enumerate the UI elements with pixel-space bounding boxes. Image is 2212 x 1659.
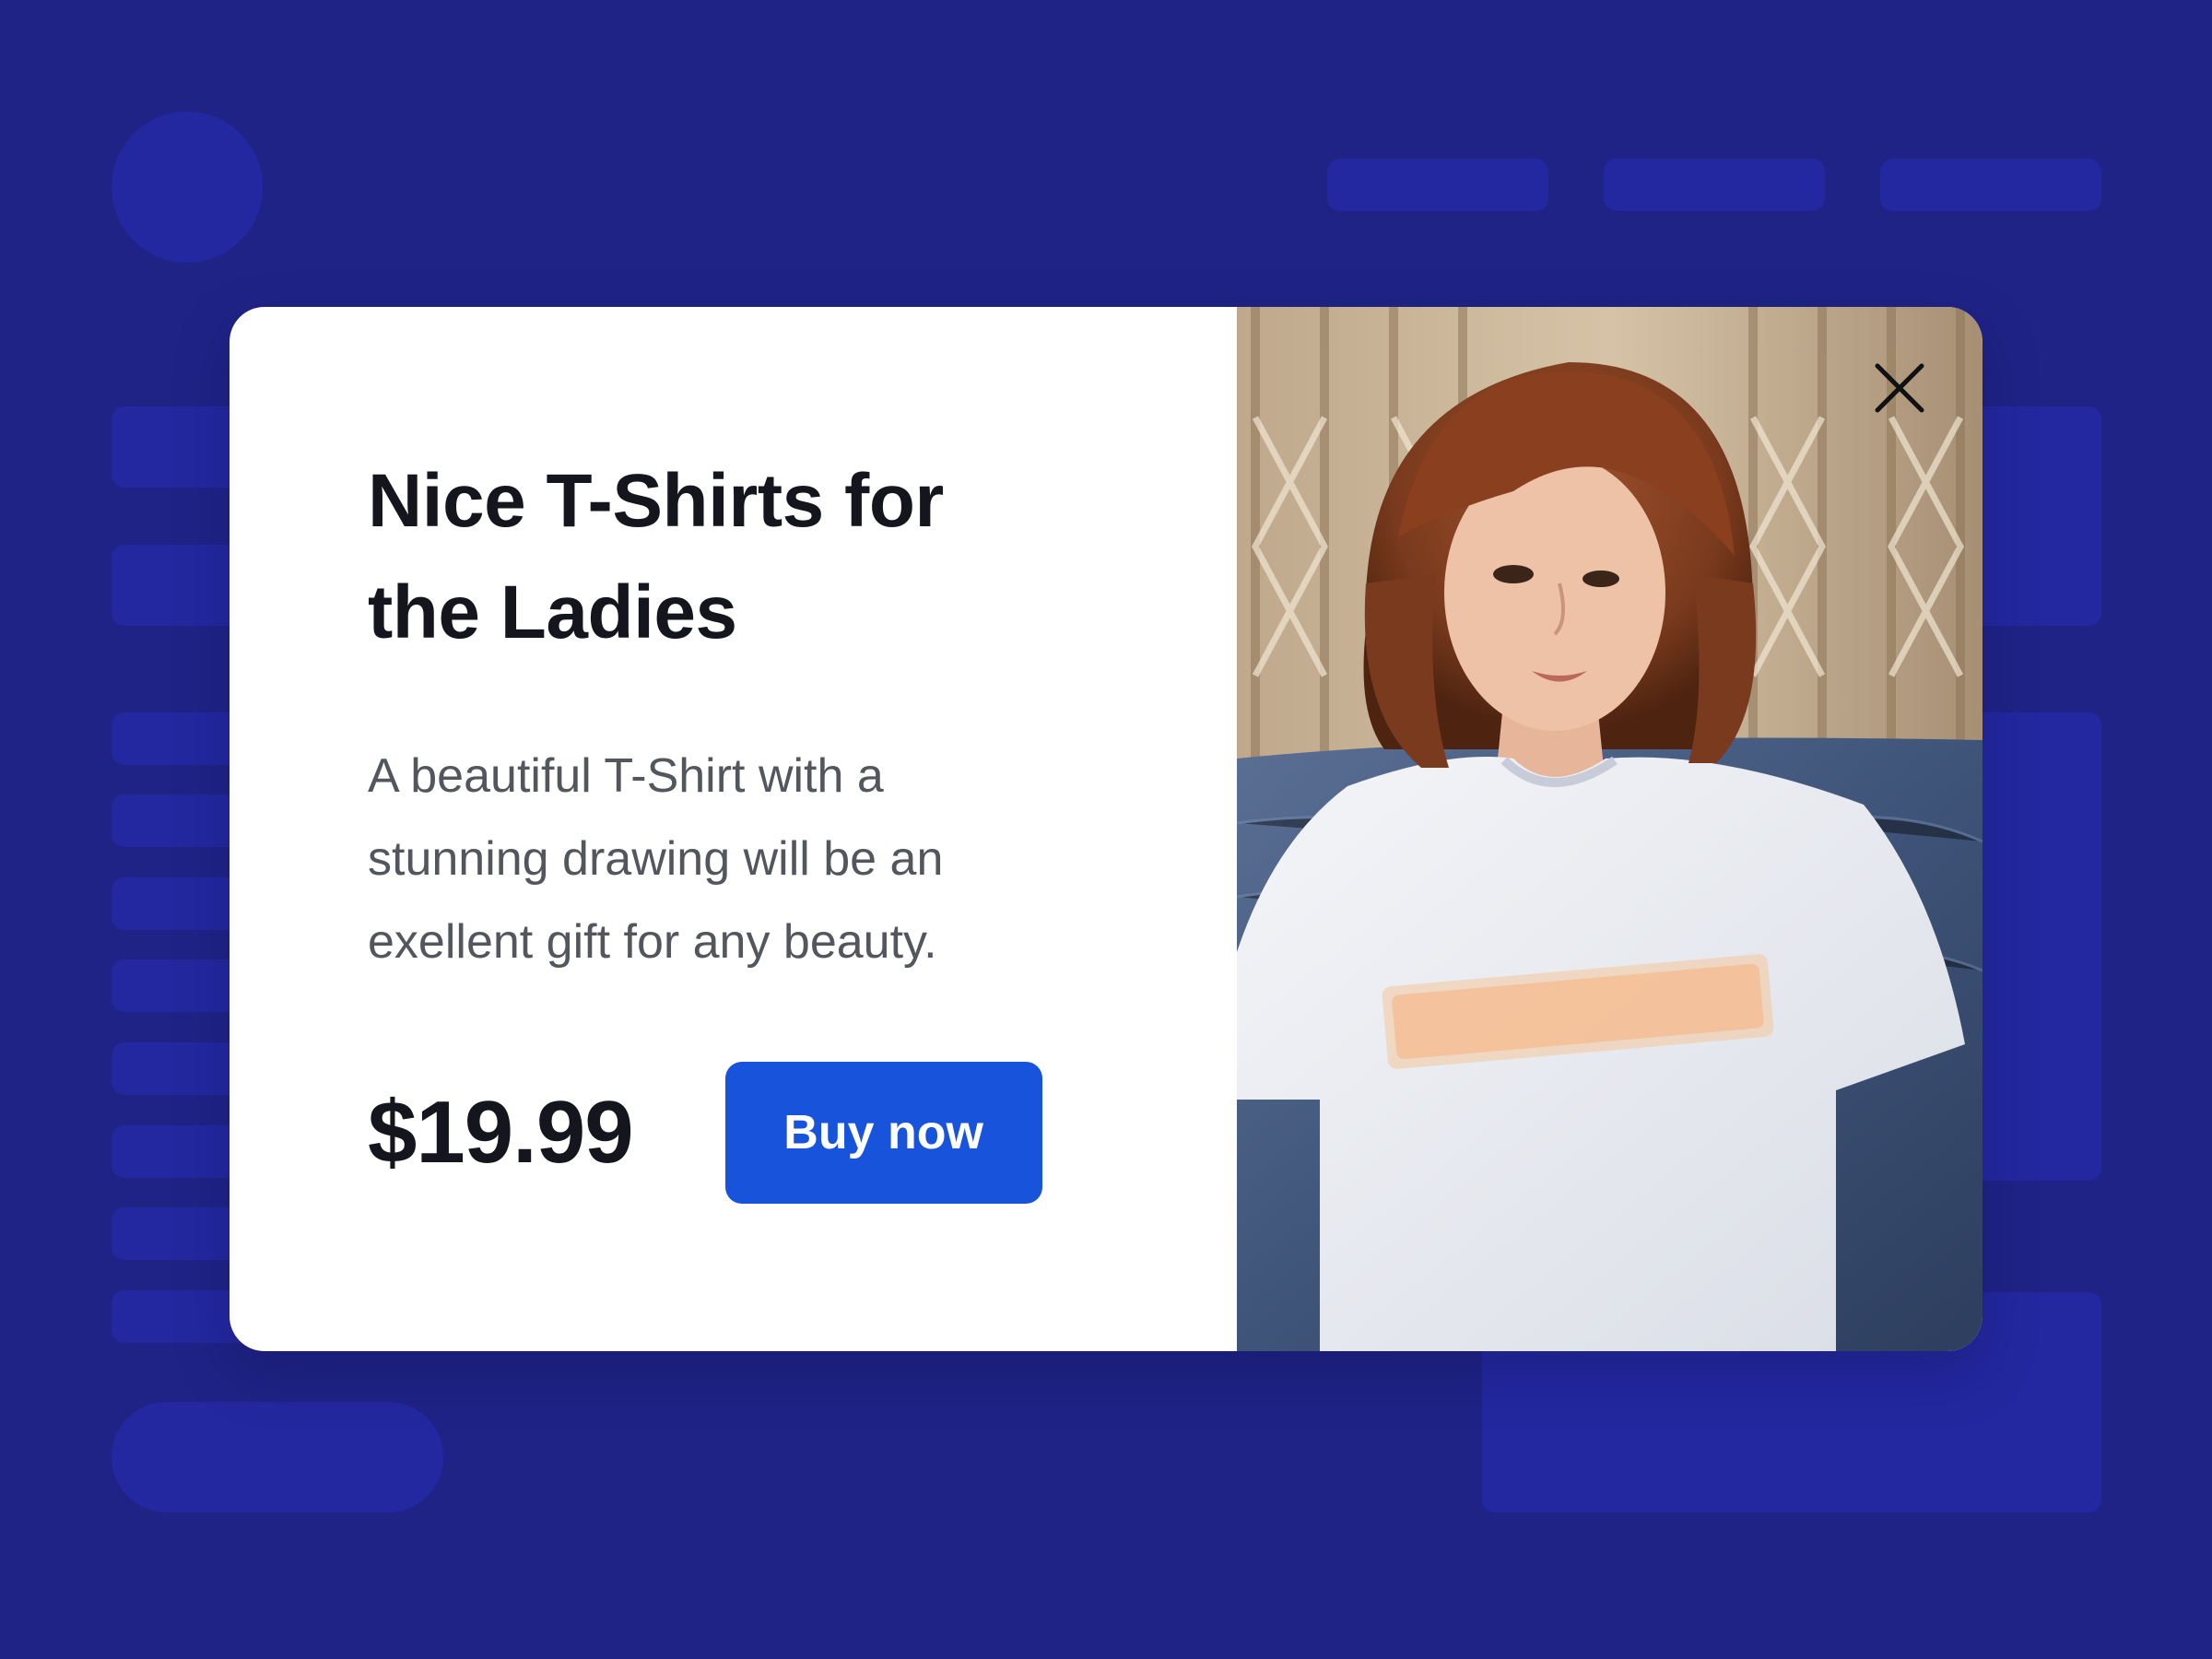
product-photo [1237, 307, 1983, 1351]
modal-title: Nice T-Shirts for the Ladies [368, 459, 944, 654]
modal-description: A beautiful T-Shirt with a stunning draw… [368, 749, 944, 969]
buy-now-button[interactable]: Buy now [724, 1062, 1042, 1204]
modal-text-content: Nice T-Shirts for the Ladies A beautiful… [368, 445, 1105, 983]
background-nav-placeholder [1604, 159, 1825, 211]
product-price: $19.99 [368, 1083, 634, 1182]
background-avatar-placeholder [112, 112, 263, 263]
background-nav-placeholder [1880, 159, 2101, 211]
background-pill-placeholder [112, 1402, 443, 1512]
close-icon [1875, 363, 1924, 413]
background-nav-placeholder [1327, 159, 1548, 211]
purchase-row: $19.99 Buy now [368, 1061, 1042, 1205]
close-button[interactable] [1863, 351, 1936, 425]
product-promo-modal: Nice T-Shirts for the Ladies A beautiful… [229, 307, 1983, 1351]
